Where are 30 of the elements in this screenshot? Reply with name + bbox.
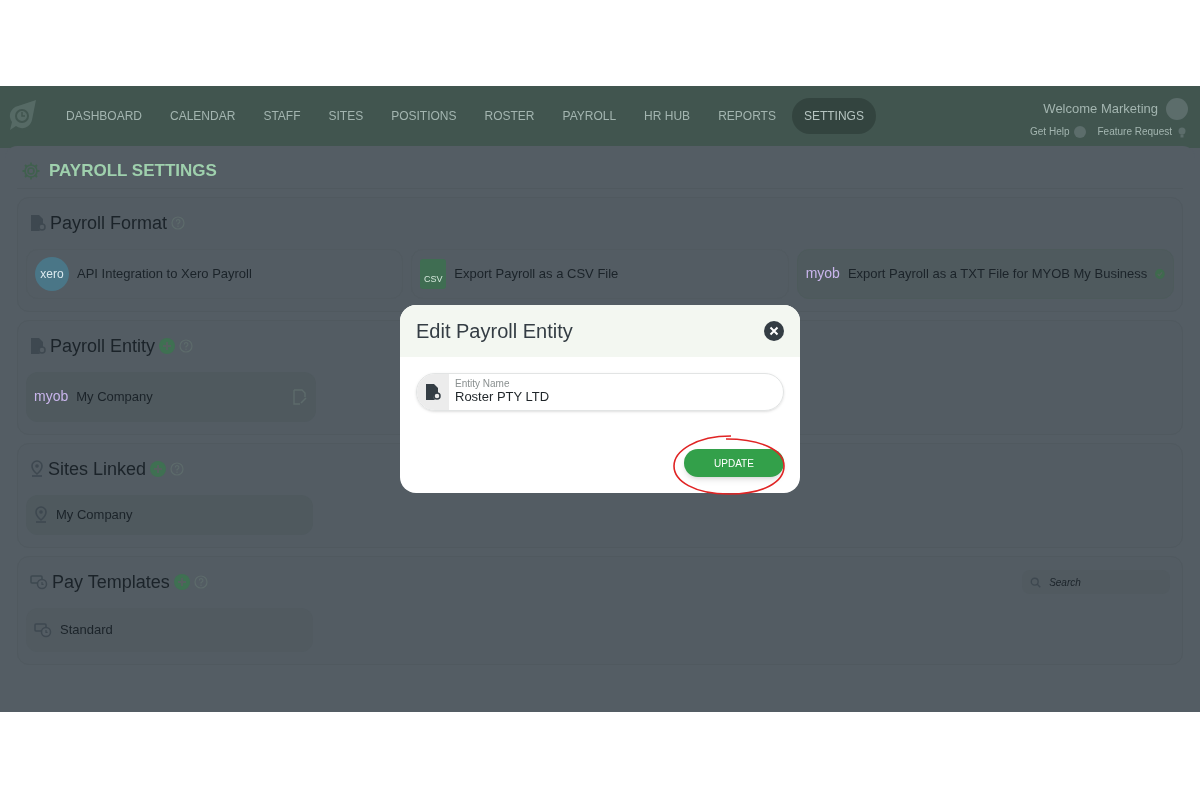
lightbulb-icon	[1176, 125, 1188, 138]
page-title: PAYROLL SETTINGS	[49, 160, 217, 182]
get-help-link[interactable]: Get Help	[1030, 124, 1070, 139]
close-icon	[769, 326, 779, 336]
close-button[interactable]	[764, 321, 784, 341]
feature-request-link[interactable]: Feature Request	[1097, 124, 1172, 139]
update-button[interactable]: UPDATE	[684, 449, 784, 477]
nav-tab[interactable]: ROSTER	[472, 98, 547, 134]
section-title: Pay Templates	[52, 570, 170, 594]
avatar[interactable]	[1166, 98, 1188, 120]
nav-tab[interactable]: DASHBOARD	[54, 98, 154, 134]
nav-tab[interactable]: SETTINGS	[791, 98, 876, 134]
nav-tab[interactable]: SITES	[316, 98, 376, 134]
section-title: Payroll Entity	[50, 334, 156, 358]
section-title: Payroll Format	[50, 211, 168, 235]
xero-logo: xero	[35, 256, 69, 291]
welcome-text: Welcome Marketing	[1043, 100, 1158, 119]
myob-logo: myob	[805, 264, 840, 283]
nav-tab[interactable]: CALENDAR	[158, 98, 248, 134]
nav-tab[interactable]: HR HUB	[632, 98, 703, 134]
dialog-title: Edit Payroll Entity	[416, 319, 573, 344]
nav-tab[interactable]: POSITIONS	[379, 98, 469, 134]
field-label: Entity Name	[455, 378, 511, 389]
csv-file-logo: CSV	[420, 258, 447, 289]
text-input[interactable]: Roster PTY LTD	[455, 388, 783, 406]
section-title: Sites Linked	[48, 457, 147, 481]
nav-tab[interactable]: REPORTS	[706, 98, 788, 134]
nav-tab[interactable]: PAYROLL	[550, 98, 629, 134]
nav-tab[interactable]: STAFF	[251, 98, 313, 134]
myob-logo: myob	[34, 387, 69, 406]
